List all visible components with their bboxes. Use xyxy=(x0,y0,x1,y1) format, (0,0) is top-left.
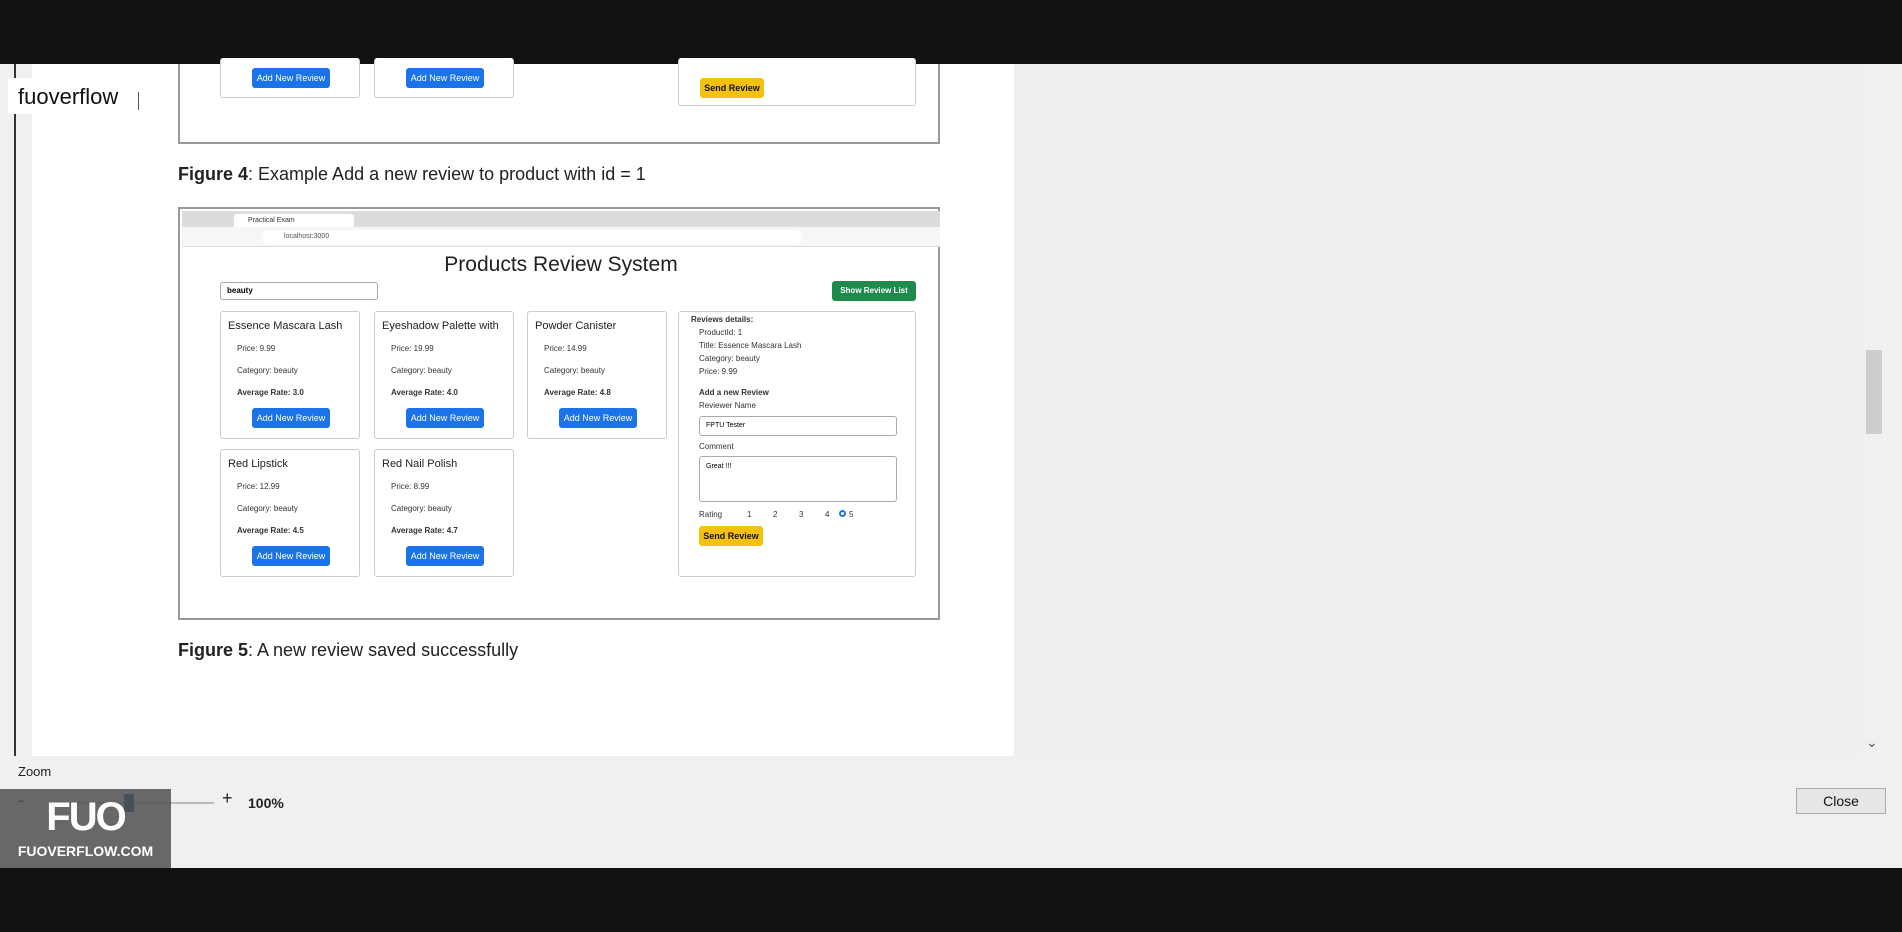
browser-tab: Practical Exam xyxy=(234,214,354,227)
watermark-small-text: FUOVERFLOW.COM xyxy=(17,843,154,859)
product-category: Category: beauty xyxy=(237,504,298,513)
detail-product-id: ProductId: 1 xyxy=(699,328,743,337)
detail-category: Category: beauty xyxy=(699,354,760,363)
add-review-button: Add New Review xyxy=(252,408,330,428)
rating-option-2: 2 xyxy=(773,510,778,519)
product-name: Essence Mascara Lash xyxy=(228,320,343,332)
rating-label: Rating xyxy=(699,510,723,519)
product-price: Price: 19.99 xyxy=(391,344,434,353)
watermark-logo: FUO FUOVERFLOW.COM xyxy=(0,789,171,868)
top-black-bar xyxy=(0,0,1902,64)
comment-label: Comment xyxy=(699,442,734,451)
figure4-caption: Figure 4: Example Add a new review to pr… xyxy=(178,164,646,184)
browser-tab-bar: Practical Exam xyxy=(182,211,940,227)
show-review-list-button: Show Review List xyxy=(832,281,916,301)
rating-option-3: 3 xyxy=(799,510,804,519)
browser-address-bar: localhost:3000 xyxy=(182,227,940,247)
add-review-button: Add New Review xyxy=(406,546,484,566)
product-rate: Average Rate: 4.5 xyxy=(237,526,304,535)
add-review-button: Add New Review xyxy=(559,408,637,428)
scroll-down-icon[interactable]: ⌄ xyxy=(1866,734,1878,751)
product-name: Red Lipstick xyxy=(228,458,288,470)
scrollbar-thumb[interactable] xyxy=(1866,350,1882,434)
rating-radio-selected-icon xyxy=(839,510,846,517)
viewer-background xyxy=(1014,64,1870,756)
product-category: Category: beauty xyxy=(391,366,452,375)
product-rate: Average Rate: 4.0 xyxy=(391,388,458,397)
send-review-button: Send Review xyxy=(700,78,764,98)
product-rate: Average Rate: 3.0 xyxy=(237,388,304,397)
zoom-in-button[interactable]: + xyxy=(222,788,233,809)
product-category: Category: beauty xyxy=(237,366,298,375)
text-cursor xyxy=(138,92,139,110)
add-review-button: Add New Review xyxy=(252,68,330,88)
bottom-black-bar xyxy=(0,868,1902,932)
product-name: Eyeshadow Palette with xyxy=(382,320,499,332)
rating-option-1: 1 xyxy=(747,510,752,519)
close-button[interactable]: Close xyxy=(1796,788,1886,814)
product-name: Red Nail Polish xyxy=(382,458,458,470)
app-title: Products Review System xyxy=(444,253,678,276)
review-details-panel: Reviews details: ProductId: 1 Title: Ess… xyxy=(678,311,916,577)
product-card: Powder Canister Price: 14.99 Category: b… xyxy=(527,311,667,439)
product-rate: Average Rate: 4.8 xyxy=(544,388,611,397)
figure4-screenshot: Add New Review Add New Review Send Revie… xyxy=(178,58,940,144)
detail-title: Title: Essence Mascara Lash xyxy=(699,341,802,350)
url-field: localhost:3000 xyxy=(262,230,802,244)
zoom-value: 100% xyxy=(248,795,284,811)
detail-price: Price: 9.99 xyxy=(699,367,738,376)
comment-textarea: Great !!! xyxy=(699,456,897,502)
overlay-label: fuoverflow xyxy=(18,84,119,109)
left-border xyxy=(14,64,16,756)
add-review-button: Add New Review xyxy=(406,68,484,88)
product-card: Red Lipstick Price: 12.99 Category: beau… xyxy=(220,449,360,577)
reviewer-name-label: Reviewer Name xyxy=(699,401,756,410)
figure5-caption: Figure 5: A new review saved successfull… xyxy=(178,640,519,660)
product-price: Price: 12.99 xyxy=(237,482,280,491)
add-review-button: Add New Review xyxy=(406,408,484,428)
product-name: Powder Canister xyxy=(535,320,617,332)
product-card: Essence Mascara Lash Price: 9.99 Categor… xyxy=(220,311,360,439)
zoom-label: Zoom xyxy=(18,764,52,779)
product-card: Eyeshadow Palette with Price: 19.99 Cate… xyxy=(374,311,514,439)
add-review-heading: Add a new Review xyxy=(699,388,769,397)
details-heading: Reviews details: xyxy=(691,315,754,324)
product-rate: Average Rate: 4.7 xyxy=(391,526,458,535)
rating-option-4: 4 xyxy=(825,510,830,519)
rating-option-5: 5 xyxy=(849,510,854,519)
figure5-screenshot: Practical Exam localhost:3000 Products R… xyxy=(178,207,940,620)
product-price: Price: 14.99 xyxy=(544,344,587,353)
send-review-button: Send Review xyxy=(699,526,763,546)
product-price: Price: 9.99 xyxy=(237,344,276,353)
watermark-big-text: FUO xyxy=(46,795,126,839)
product-price: Price: 8.99 xyxy=(391,482,430,491)
product-category: Category: beauty xyxy=(391,504,452,513)
add-review-button: Add New Review xyxy=(252,546,330,566)
reviewer-name-input: FPTU Tester xyxy=(699,416,897,436)
category-select: beauty xyxy=(220,282,378,300)
product-card: Red Nail Polish Price: 8.99 Category: be… xyxy=(374,449,514,577)
product-category: Category: beauty xyxy=(544,366,605,375)
